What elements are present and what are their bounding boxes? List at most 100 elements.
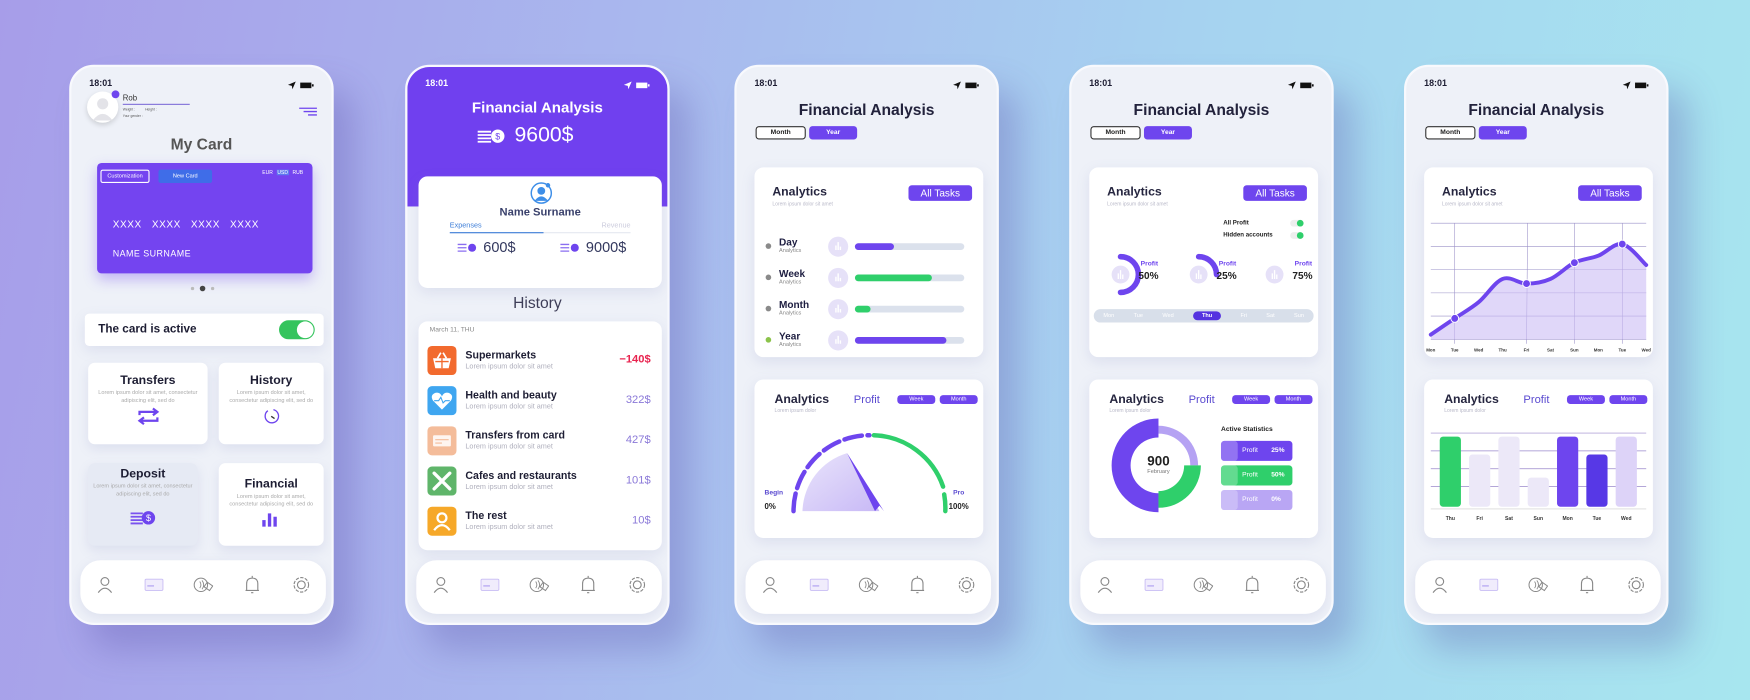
currency-eur[interactable]: EUR (262, 170, 273, 176)
phone-analytics-stats: 18:01 Financial Analysis Month Year Anal… (1069, 64, 1334, 625)
bar-tue[interactable] (1586, 454, 1608, 507)
week-button[interactable]: Week (1232, 395, 1271, 405)
phone-my-card: 18:01 Rob Weight : Height : Your gender … (69, 64, 334, 625)
active-stat-row[interactable]: Profit 0% (1220, 489, 1293, 511)
toggle-hidden-accounts[interactable] (1290, 232, 1304, 239)
day-sun[interactable]: Sun (1294, 312, 1304, 319)
tile-desc: Lorem ipsum dolor sit amet, consectetur … (98, 389, 198, 405)
tile-transfers[interactable]: Transfers Lorem ipsum dolor sit amet, co… (88, 362, 208, 445)
history-list: March 11, THU Supermarkets Lorem ipsum d… (418, 321, 662, 551)
day-fri[interactable]: Fri (1240, 312, 1247, 319)
status-time: 18:01 (1089, 78, 1113, 89)
period-month-button[interactable]: Month (755, 126, 806, 140)
page-title: My Card (170, 135, 233, 153)
nav-item-contactless-pay[interactable] (1528, 574, 1549, 600)
day-thu[interactable]: Thu (1193, 311, 1222, 321)
toggle-all-profit[interactable] (1290, 219, 1304, 227)
bar-sat[interactable] (1498, 436, 1520, 507)
card-active-toggle[interactable] (279, 320, 315, 340)
tile-history[interactable]: History Lorem ipsum dolor sit amet, cons… (218, 362, 324, 445)
nav-item-card[interactable] (144, 574, 164, 600)
nav-item-settings[interactable] (1291, 574, 1311, 600)
menu-icon[interactable] (299, 107, 317, 116)
history-item[interactable]: Health and beauty Lorem ipsum dolor sit … (427, 386, 651, 417)
analytics-row-year[interactable]: Year Analytics (765, 330, 967, 352)
nav-item-card[interactable] (809, 574, 829, 600)
bank-card[interactable]: Customization New Card EUR USD RUB XXXX … (97, 162, 313, 274)
data-point-marker[interactable] (1617, 239, 1627, 249)
tile-deposit[interactable]: Deposit Lorem ipsum dolor sit amet, cons… (88, 463, 198, 546)
pager-dot[interactable] (190, 286, 195, 291)
day-sat[interactable]: Sat (1266, 312, 1274, 319)
history-item[interactable]: Supermarkets Lorem ipsum dolor sit amet … (427, 345, 651, 377)
stat-value: 50% (1271, 472, 1285, 479)
nav-item-settings[interactable] (1626, 574, 1646, 600)
bar-mon[interactable] (1557, 436, 1579, 507)
pager-dot-active[interactable] (199, 285, 206, 292)
nav-item-settings[interactable] (291, 574, 311, 600)
user-name: Name Surname (499, 206, 581, 219)
profile-gender: Your gender : (122, 113, 143, 119)
data-point-marker[interactable] (1522, 279, 1531, 288)
nav-item-user[interactable] (760, 574, 780, 600)
avatar[interactable] (87, 90, 120, 123)
all-tasks-button[interactable]: All Tasks (908, 185, 973, 201)
tile-financial[interactable]: Financial Lorem ipsum dolor sit amet, co… (218, 463, 324, 546)
nav-item-card[interactable] (480, 574, 500, 600)
nav-item-contactless-pay[interactable] (193, 574, 214, 600)
settings-icon (293, 576, 310, 593)
day-mon[interactable]: Mon (1103, 312, 1114, 319)
period-year-button[interactable]: Year (809, 126, 858, 140)
nav-item-user[interactable] (431, 574, 451, 600)
month-button[interactable]: Month (1274, 395, 1313, 405)
bar-thu[interactable] (1439, 436, 1461, 507)
active-stat-row[interactable]: Profit 25% (1220, 440, 1293, 461)
period-year-button[interactable]: Year (1143, 126, 1192, 140)
customization-button[interactable]: Customization (100, 169, 150, 184)
analytics-row-day[interactable]: Day Analytics (765, 236, 967, 259)
day-tue[interactable]: Tue (1134, 312, 1143, 319)
data-point-marker[interactable] (1450, 314, 1460, 323)
nav-item-bell[interactable] (1242, 574, 1262, 600)
data-point-marker[interactable] (1570, 258, 1579, 268)
history-item[interactable]: Cafes and restaurants Lorem ipsum dolor … (427, 466, 651, 498)
nav-item-bell[interactable] (578, 574, 598, 600)
analytics-row-month[interactable]: Month Analytics (765, 299, 967, 321)
period-month-button[interactable]: Month (1090, 126, 1141, 140)
nav-item-user[interactable] (1430, 574, 1450, 600)
nav-item-user[interactable] (1095, 574, 1115, 600)
bar-fri[interactable] (1469, 454, 1491, 507)
nav-item-contactless-pay[interactable] (858, 574, 879, 600)
profit-donut: Profit 50% (1098, 252, 1165, 297)
nav-item-bell[interactable] (1577, 574, 1597, 600)
currency-usd[interactable]: USD (276, 169, 290, 176)
nav-item-card[interactable] (1144, 574, 1164, 600)
nav-item-bell[interactable] (242, 574, 262, 600)
tab-revenue[interactable]: Revenue (602, 222, 631, 230)
period-month-button[interactable]: Month (1425, 126, 1476, 140)
currency-rub[interactable]: RUB (292, 170, 303, 176)
nav-item-contactless-pay[interactable] (1193, 574, 1214, 600)
nav-item-bell[interactable] (907, 574, 927, 600)
tab-expenses[interactable]: Expenses (450, 222, 482, 230)
line-chart-card: Analytics Lorem ipsum dolor sit amet All… (1424, 167, 1653, 358)
day-wed[interactable]: Wed (1162, 312, 1173, 319)
analytics-row-week[interactable]: Week Analytics (765, 267, 967, 290)
nav-item-card[interactable] (1479, 574, 1499, 600)
all-tasks-button[interactable]: All Tasks (1243, 185, 1307, 201)
active-stat-row[interactable]: Profit 50% (1220, 465, 1293, 486)
history-item[interactable]: Transfers from card Lorem ipsum dolor si… (427, 426, 651, 457)
user-avatar-icon[interactable] (530, 182, 553, 204)
bar-sun[interactable] (1527, 477, 1549, 507)
bar-wed[interactable] (1615, 436, 1637, 507)
category-icon (427, 506, 457, 536)
history-item-amount: −140$ (619, 353, 651, 367)
period-year-button[interactable]: Year (1478, 126, 1527, 140)
nav-item-contactless-pay[interactable] (529, 574, 550, 600)
new-card-button[interactable]: New Card (158, 169, 213, 184)
pager-dot[interactable] (210, 286, 215, 291)
history-item[interactable]: The rest Lorem ipsum dolor sit amet 10$ (427, 506, 651, 538)
nav-item-user[interactable] (95, 574, 115, 600)
nav-item-settings[interactable] (627, 574, 647, 600)
nav-item-settings[interactable] (956, 574, 976, 600)
